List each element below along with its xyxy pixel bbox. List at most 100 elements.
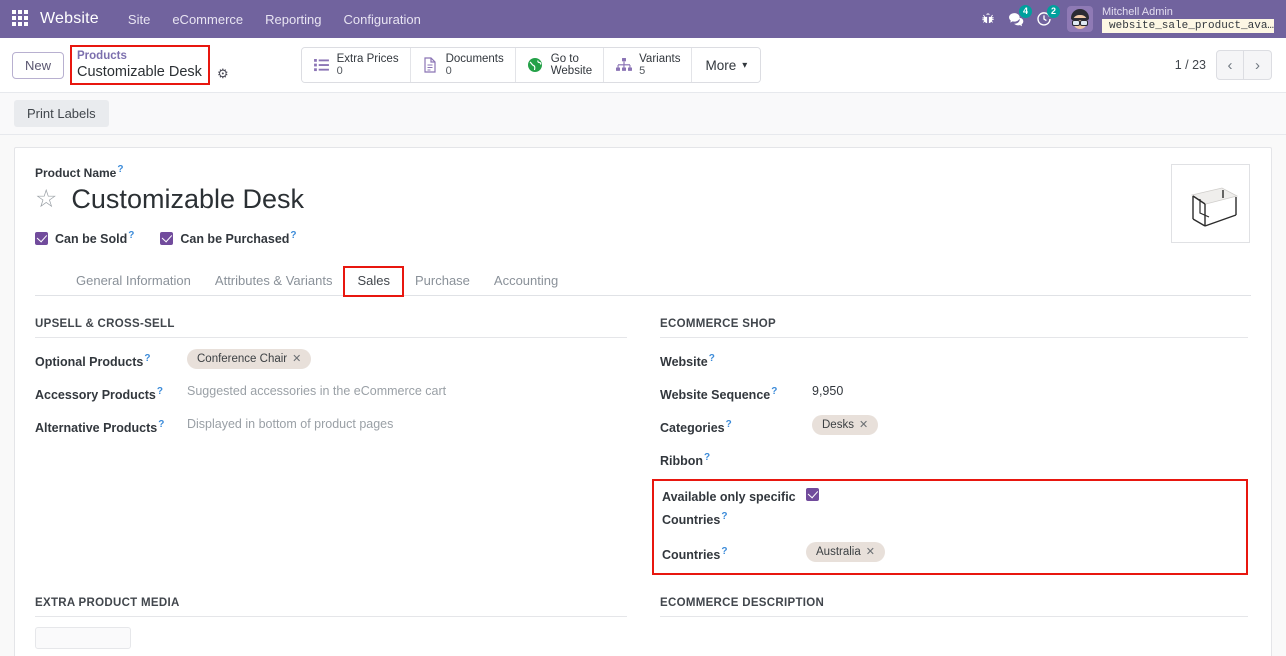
product-flags-row: Can be Sold? Can be Purchased? [35, 230, 1171, 246]
field-website: Website? [660, 342, 1248, 375]
can-be-sold-label: Can be Sold? [55, 230, 135, 247]
stat-button-go-to-website[interactable]: Go to Website [515, 48, 605, 82]
stat-label-documents: Documents [445, 53, 504, 65]
bottom-groups: Extra Product Media eCommerce Descriptio… [35, 597, 1251, 650]
upsell-cross-sell-group: Upsell & Cross-Sell Optional Products? C… [35, 318, 643, 575]
star-icon[interactable]: ☆ [35, 185, 57, 213]
help-icon[interactable]: ? [721, 546, 727, 557]
menu-reporting[interactable]: Reporting [254, 2, 332, 37]
new-button[interactable]: New [12, 51, 65, 79]
breadcrumb[interactable]: Products Customizable Desk [70, 45, 210, 85]
country-availability-highlight: Available only specific Countries? Count… [652, 479, 1248, 576]
product-name-label: Product Name? [35, 164, 124, 180]
list-icon [313, 58, 330, 72]
add-media-button[interactable] [35, 627, 131, 650]
tab-accounting[interactable]: Accounting [482, 268, 570, 295]
can-be-purchased-checkbox[interactable]: Can be Purchased? [160, 230, 297, 247]
value-website-sequence[interactable]: 9,950 [812, 382, 1248, 401]
apps-grid-icon[interactable] [12, 10, 30, 28]
stat-button-group: Extra Prices 0 Documents 0 Go to Website… [300, 47, 762, 83]
label-accessory-products: Accessory Products? [35, 386, 163, 403]
app-brand-website[interactable]: Website [40, 10, 99, 28]
help-icon[interactable]: ? [771, 386, 777, 397]
tab-general-information[interactable]: General Information [64, 268, 203, 295]
gear-icon[interactable]: ⚙ [217, 66, 229, 83]
value-alternative-products[interactable]: Displayed in bottom of product pages [187, 415, 627, 434]
help-icon[interactable]: ? [158, 419, 164, 430]
pager-count: 1 / 23 [1174, 58, 1206, 72]
bug-icon[interactable] [975, 6, 1001, 32]
help-icon[interactable]: ? [726, 419, 732, 430]
value-categories[interactable]: Desks ✕ [812, 415, 1248, 436]
help-icon[interactable]: ? [709, 353, 715, 364]
messages-icon[interactable]: 4 [1003, 5, 1032, 32]
value-website[interactable] [812, 349, 1248, 368]
stat-button-extra-prices[interactable]: Extra Prices 0 [301, 48, 411, 82]
stat-button-variants[interactable]: Variants 5 [604, 48, 693, 82]
print-labels-button[interactable]: Print Labels [14, 100, 109, 127]
stat-button-documents[interactable]: Documents 0 [410, 48, 516, 82]
label-website-sequence: Website Sequence? [660, 386, 778, 403]
value-ribbon[interactable] [812, 448, 1248, 467]
stat-value-extra-prices: 0 [336, 65, 343, 77]
help-icon[interactable]: ? [157, 386, 163, 397]
can-be-purchased-label: Can be Purchased? [180, 230, 297, 247]
checkbox-checked-icon [35, 231, 48, 245]
breadcrumb-current-record: Customizable Desk [77, 64, 202, 80]
help-icon[interactable]: ? [721, 511, 727, 522]
ecommerce-description-group: eCommerce Description [643, 597, 1251, 649]
help-icon[interactable]: ? [128, 230, 134, 241]
ecommerce-shop-group: eCommerce Shop Website? Website Sequence… [643, 318, 1251, 576]
user-avatar[interactable] [1067, 6, 1093, 32]
field-website-sequence: Website Sequence? 9,950 [660, 375, 1248, 408]
hierarchy-icon [615, 58, 632, 72]
label-optional-products: Optional Products? [35, 353, 151, 370]
tab-purchase[interactable]: Purchase [403, 268, 482, 295]
product-image[interactable] [1171, 164, 1250, 243]
can-be-sold-checkbox[interactable]: Can be Sold? [35, 230, 134, 246]
product-name-value[interactable]: Customizable Desk [71, 182, 304, 216]
help-icon[interactable]: ? [144, 353, 150, 364]
menu-ecommerce[interactable]: eCommerce [161, 2, 254, 37]
value-optional-products[interactable]: Conference Chair ✕ [187, 349, 627, 370]
control-panel: New Products Customizable Desk ⚙ Extra P… [0, 38, 1286, 93]
stat-label-extra-prices: Extra Prices [336, 53, 399, 65]
breadcrumb-parent-products[interactable]: Products [77, 49, 202, 63]
tag-desks[interactable]: Desks ✕ [812, 415, 879, 436]
value-countries[interactable]: Australia ✕ [806, 542, 1238, 563]
value-accessory-products[interactable]: Suggested accessories in the eCommerce c… [187, 382, 627, 401]
tag-remove-icon[interactable]: ✕ [859, 417, 868, 433]
tag-remove-icon[interactable]: ✕ [866, 544, 875, 560]
tag-australia[interactable]: Australia ✕ [806, 542, 885, 563]
label-alternative-products: Alternative Products? [35, 419, 165, 436]
activities-clock-icon[interactable]: 2 [1031, 5, 1060, 32]
menu-site[interactable]: Site [117, 2, 161, 37]
field-countries: Countries? Australia ✕ [662, 530, 1238, 565]
tab-attributes-variants[interactable]: Attributes & Variants [203, 268, 345, 295]
tag-remove-icon[interactable]: ✕ [292, 351, 301, 367]
help-icon[interactable]: ? [704, 452, 710, 463]
stat-label-go-to: Go to [550, 53, 579, 65]
database-chip: website_sale_product_ava… [1102, 18, 1274, 33]
extra-product-media-group: Extra Product Media [35, 597, 643, 650]
value-available-only-specific-countries[interactable] [806, 488, 1238, 507]
tag-conference-chair[interactable]: Conference Chair ✕ [187, 349, 312, 370]
tag-label: Desks [822, 419, 854, 432]
label-ribbon: Ribbon? [660, 452, 711, 469]
stat-value-variants: 5 [639, 65, 646, 77]
chevron-right-icon[interactable]: › [1244, 50, 1272, 80]
help-icon[interactable]: ? [117, 164, 123, 175]
menu-configuration[interactable]: Configuration [333, 2, 432, 37]
checkbox-checked-icon[interactable] [806, 488, 819, 502]
chevron-left-icon[interactable]: ‹ [1216, 50, 1244, 80]
help-icon[interactable]: ? [290, 230, 296, 241]
user-name: Mitchell Admin [1102, 5, 1173, 18]
label-countries: Countries? [662, 546, 728, 563]
label-website: Website? [660, 353, 715, 370]
user-menu[interactable]: Mitchell Admin website_sale_product_ava… [1102, 6, 1274, 33]
tab-sales[interactable]: Sales [343, 266, 404, 298]
navbar-systray: 4 2 Mitchell Admin website_sale_product_… [975, 5, 1278, 33]
globe-icon [527, 57, 544, 73]
more-dropdown-button[interactable]: More ▾ [692, 48, 761, 82]
chevron-down-icon: ▾ [742, 59, 748, 71]
